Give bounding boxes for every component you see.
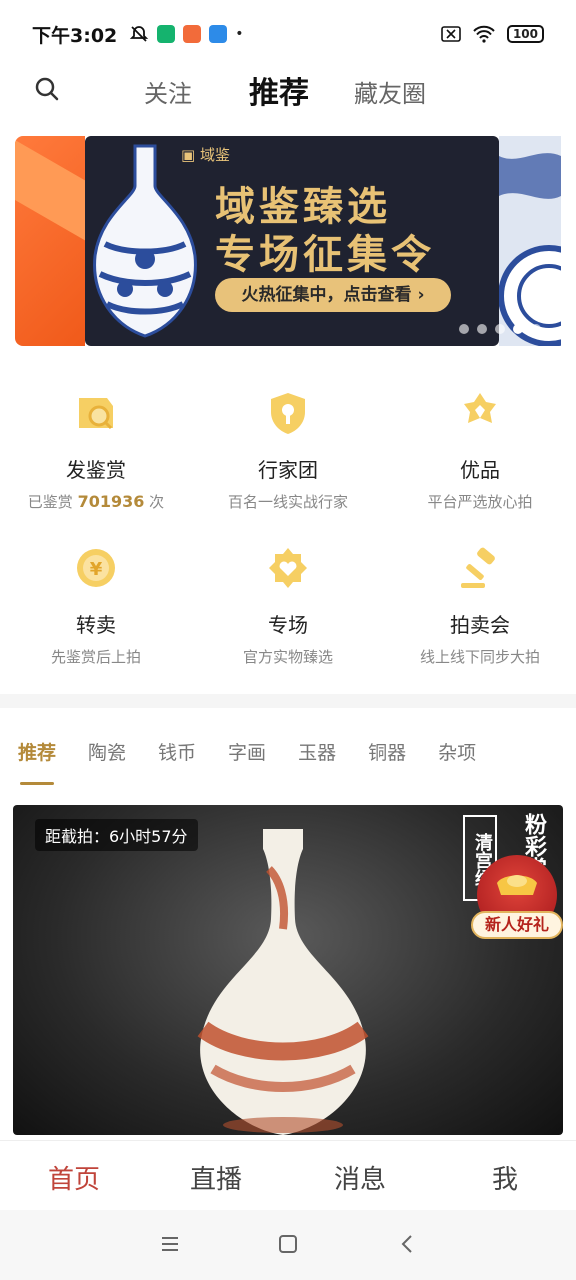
app-store-icon [183, 25, 202, 43]
yuan-exchange-icon: ¥ [77, 549, 115, 587]
feature-subtitle: 百名一线实战行家 [227, 493, 348, 511]
feature-appraise[interactable]: 发鉴赏 已鉴赏 701936 次 [0, 390, 192, 512]
carousel-dot-active[interactable] [513, 324, 523, 334]
gavel-icon [461, 547, 495, 588]
gift-label: 新人好礼 [471, 911, 563, 939]
back-chevron-icon[interactable] [398, 1234, 418, 1254]
tab-follow[interactable]: 关注 [144, 74, 192, 109]
feature-premium[interactable]: 优品 平台严选放心拍 [384, 390, 576, 512]
appraisal-count-prefix: 已鉴赏 [27, 493, 73, 511]
status-bar: 下午3:02 • 100 [0, 0, 576, 68]
nav-me[interactable]: 我 [492, 1159, 518, 1196]
category-tab-ceramics[interactable]: 陶瓷 [88, 738, 126, 765]
banner-logo-text: 域鉴 [199, 146, 230, 164]
menu-icon[interactable] [160, 1234, 180, 1254]
carousel-dots [459, 324, 541, 334]
more-dot-icon: • [235, 26, 244, 42]
nav-home[interactable]: 首页 [48, 1159, 100, 1196]
feature-subtitle: 平台严选放心拍 [427, 493, 533, 511]
banner-slide[interactable]: ▣ 域鉴 域鉴臻选 专场征集令 火热征集中，点击查看 › [85, 136, 499, 346]
app-shield-icon [157, 25, 176, 43]
carousel-dot[interactable] [495, 324, 505, 334]
svg-text:¥: ¥ [90, 559, 103, 580]
category-tab-calligraphy[interactable]: 字画 [228, 738, 266, 765]
system-nav-bar [0, 1210, 576, 1280]
heart-seal-icon [269, 548, 307, 588]
banner-carousel[interactable]: ▣ 域鉴 域鉴臻选 专场征集令 火热征集中，点击查看 › [15, 136, 561, 346]
feature-auction[interactable]: 拍卖会 线上线下同步大拍 [384, 545, 576, 667]
carousel-dot[interactable] [531, 324, 541, 334]
auction-countdown: 距截拍：6小时57分 [35, 819, 198, 851]
home-square-icon[interactable] [278, 1234, 298, 1254]
shield-key-icon [271, 393, 305, 434]
status-right: 100 [441, 25, 544, 43]
notification-icons: • [129, 24, 244, 44]
tab-collector-circle[interactable]: 藏友圈 [354, 74, 426, 109]
feature-subtitle: 已鉴赏 701936 次 [0, 491, 192, 512]
banner-logo: ▣ 域鉴 [181, 146, 230, 164]
category-tab-jade[interactable]: 玉器 [298, 738, 336, 765]
feature-subtitle: 先鉴赏后上拍 [50, 648, 141, 666]
appraisal-count: 701936 [77, 492, 145, 511]
banner-title-line2: 专场征集令 [215, 231, 435, 278]
carousel-dot[interactable] [459, 324, 469, 334]
feature-title: 行家团 [258, 458, 318, 482]
feature-title: 拍卖会 [450, 613, 510, 637]
feature-title: 发鉴赏 [66, 458, 126, 482]
feature-title: 专场 [268, 613, 308, 637]
section-divider [0, 694, 576, 708]
porcelain-vase-image [93, 144, 197, 338]
feature-special[interactable]: 专场 官方实物臻选 [192, 545, 384, 667]
mute-bell-icon [130, 26, 149, 42]
feature-subtitle: 官方实物臻选 [242, 648, 333, 666]
feature-subtitle: 线上线下同步大拍 [419, 648, 540, 666]
category-tab-coins[interactable]: 钱币 [158, 738, 196, 765]
tab-recommend[interactable]: 推荐 [249, 68, 309, 112]
status-time: 下午3:02 [32, 24, 118, 47]
feature-experts[interactable]: 行家团 百名一线实战行家 [192, 390, 384, 512]
banner-prev-slide [15, 136, 85, 346]
appraisal-count-suffix: 次 [149, 493, 165, 511]
battery-icon: 100 [506, 25, 544, 43]
wifi-icon [473, 25, 495, 43]
category-tab-recommend[interactable]: 推荐 [18, 738, 56, 765]
feature-title: 优品 [460, 458, 500, 482]
carousel-dot[interactable] [477, 324, 487, 334]
nav-live[interactable]: 直播 [190, 1159, 242, 1196]
product-card[interactable]: 距截拍：6小时57分 清宫绣 粉彩赏瓶官 新人好礼 [13, 805, 563, 1135]
banner-next-slide [499, 136, 561, 346]
category-tab-misc[interactable]: 杂项 [438, 738, 476, 765]
appraisal-icon [79, 398, 113, 430]
bottom-nav: 首页 直播 消息 我 [0, 1140, 576, 1210]
famille-rose-vase-image [197, 829, 369, 1135]
feature-title: 转卖 [76, 613, 116, 637]
blue-white-plate-image [499, 153, 561, 346]
gold-ingot-icon [497, 875, 537, 895]
nav-messages[interactable]: 消息 [334, 1159, 386, 1196]
new-user-gift[interactable]: 新人好礼 [471, 855, 563, 945]
search-icon[interactable] [34, 76, 60, 102]
category-tab-bronze[interactable]: 铜器 [368, 738, 406, 765]
feature-resale[interactable]: ¥ 转卖 先鉴赏后上拍 [0, 545, 192, 667]
sim-x-icon [441, 26, 461, 42]
app-mail-icon [209, 25, 228, 43]
active-tab-indicator [20, 782, 54, 785]
top-nav: 关注 推荐 藏友圈 [0, 68, 576, 120]
banner-cta-button[interactable]: 火热征集中，点击查看 › [215, 278, 451, 312]
category-tabs: 推荐 陶瓷 钱币 字画 玉器 铜器 杂项 [18, 738, 508, 765]
star-badge-icon [464, 393, 496, 423]
